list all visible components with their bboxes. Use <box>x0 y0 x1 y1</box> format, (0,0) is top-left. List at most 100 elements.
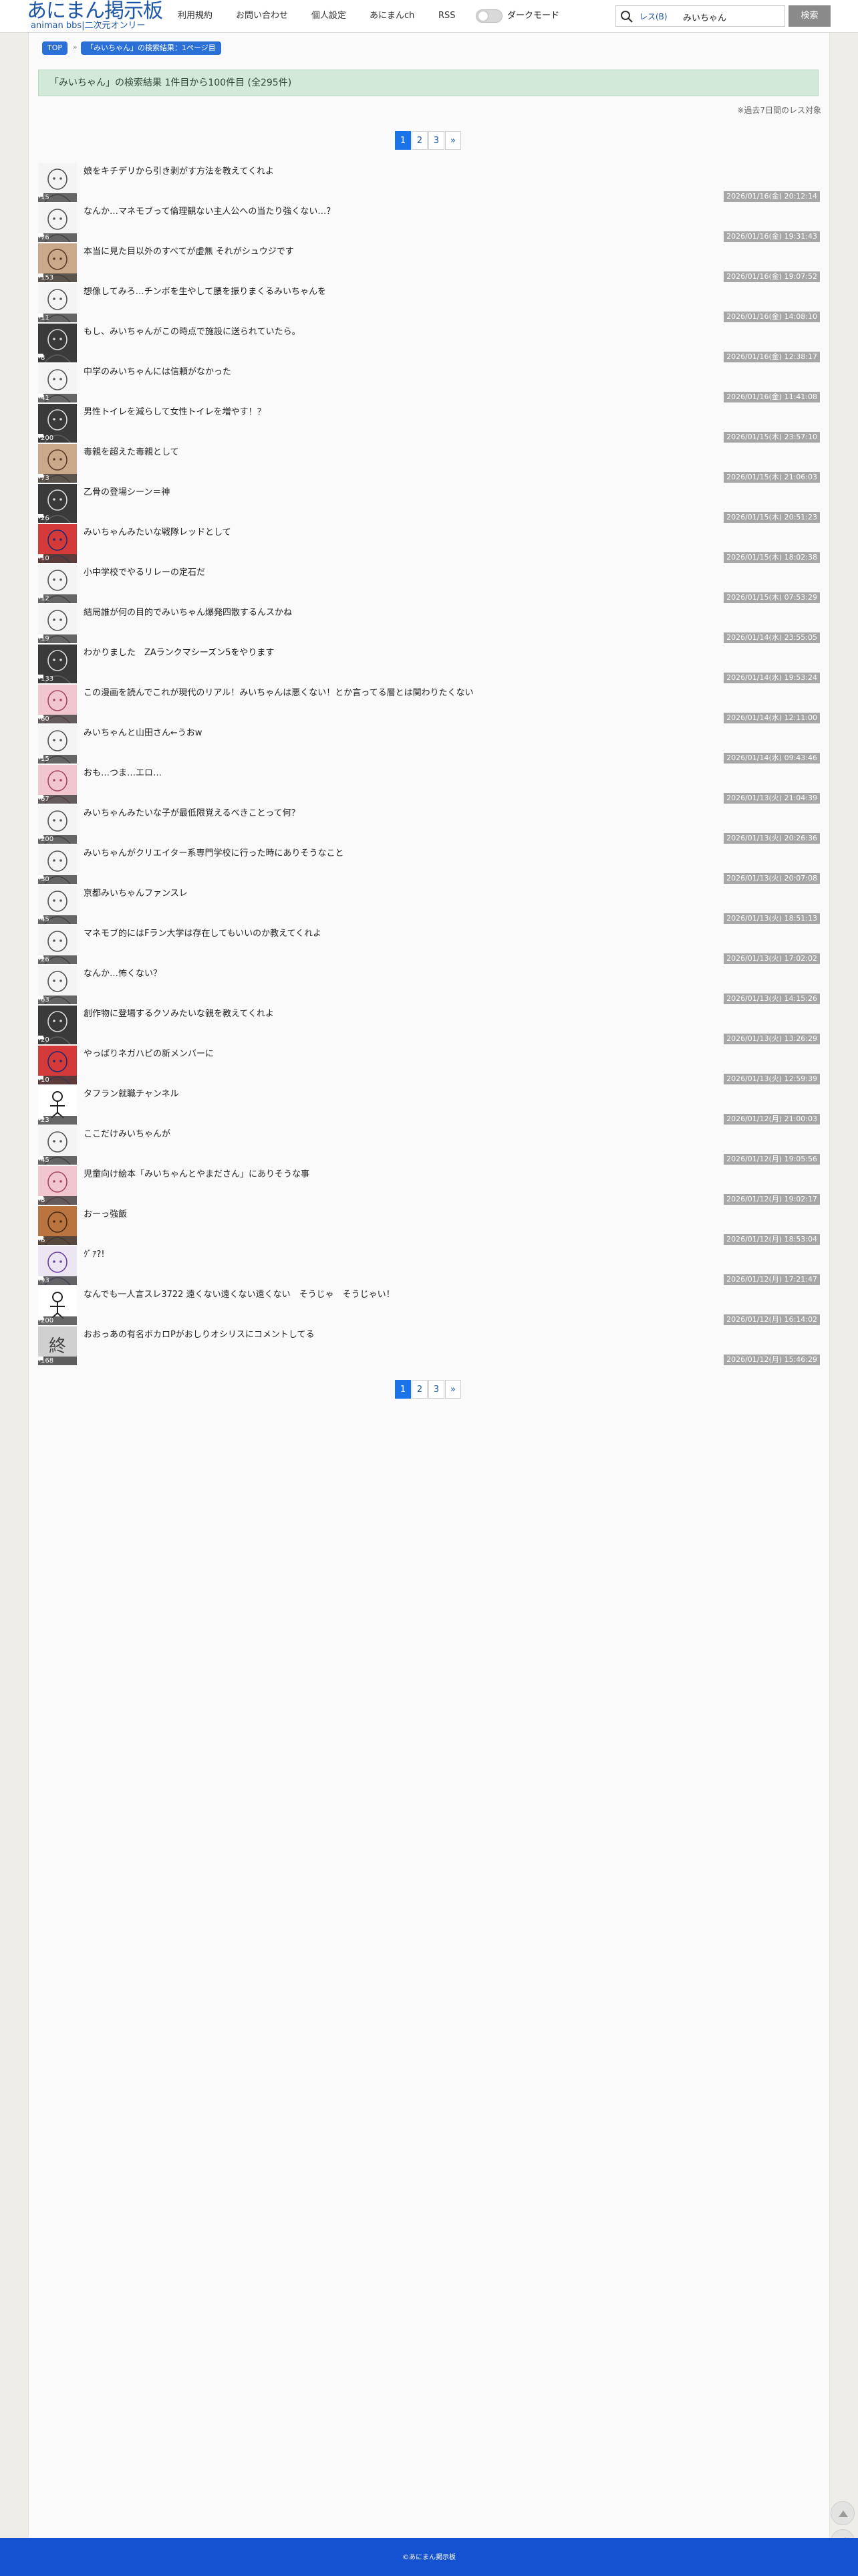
thread-thumbnail[interactable]: 73 <box>38 444 77 483</box>
thread-title-link[interactable]: 児童向け絵本「みいちゃんとやまださん」にありそうな事 <box>84 1169 752 1180</box>
search-button[interactable]: 検索 <box>789 5 831 27</box>
thread-title-link[interactable]: この漫画を読んでこれが現代のリアル！みいちゃんは悪くない！とか言ってる層とは関わ… <box>84 688 752 699</box>
page-1-button[interactable]: 1 <box>395 131 411 150</box>
thread-title-link[interactable]: なんか…マネモブって倫理観ない主人公への当たり強くない…？ <box>84 207 752 217</box>
thread-row[interactable]: 200 男性トイレを減らして女性トイレを増やす！？ 2026/01/15(木) … <box>38 403 820 443</box>
thread-title-link[interactable]: みいちゃんがクリエイター系専門学校に行った時にありそうなこと <box>84 848 752 859</box>
thread-row[interactable]: 63 なんか…怖くない？ 2026/01/13(火) 14:15:26 <box>38 965 820 1005</box>
thread-row[interactable]: 73 毒親を超えた毒親として 2026/01/15(木) 21:06:03 <box>38 443 820 483</box>
thread-thumbnail[interactable]: 10 <box>38 1046 77 1084</box>
thread-row[interactable]: 8 もし、みいちゃんがこの時点で施設に送られていたら。 2026/01/16(金… <box>38 323 820 363</box>
thread-title-link[interactable]: 男性トイレを減らして女性トイレを増やす！？ <box>84 407 752 418</box>
nav-contact-link[interactable]: お問い合わせ <box>236 10 288 22</box>
nav-settings-link[interactable]: 個人設定 <box>311 10 346 22</box>
site-logo[interactable]: あにまん掲示板 animan bbs|二次元オンリー <box>27 0 167 32</box>
thread-thumbnail[interactable]: 15 <box>38 725 77 764</box>
thread-title-link[interactable]: もし、みいちゃんがこの時点で施設に送られていたら。 <box>84 327 752 338</box>
thread-title-link[interactable]: おおっあの有名ボカロPがおしりオシリスにコメントしてる <box>84 1330 752 1340</box>
thread-thumbnail[interactable]: 133 <box>38 645 77 683</box>
thread-thumbnail[interactable]: 76 <box>38 203 77 242</box>
thread-row[interactable]: 15 みいちゃんと山田さん←うおw 2026/01/14(水) 09:43:46 <box>38 724 820 764</box>
thread-thumbnail[interactable]: 67 <box>38 765 77 804</box>
thread-row[interactable]: 6 おーっ強飯 2026/01/12(月) 18:53:04 <box>38 1205 820 1246</box>
thread-title-link[interactable]: おーっ強飯 <box>84 1209 752 1220</box>
thread-title-link[interactable]: タフラン就職チャンネル <box>84 1089 752 1100</box>
thread-title-link[interactable]: やっぱりネガハピの新メンバーに <box>84 1049 752 1060</box>
breadcrumb-top-link[interactable]: TOP <box>42 41 68 55</box>
thread-thumbnail[interactable]: 26 <box>38 484 77 523</box>
thread-title-link[interactable]: 創作物に登場するクソみたいな親を教えてくれよ <box>84 1009 752 1020</box>
thread-thumbnail[interactable]: 200 <box>38 805 77 844</box>
thread-title-link[interactable]: みいちゃんみたいな子が最低限覚えるべきことって何？ <box>84 808 752 819</box>
thread-title-link[interactable]: わかりました ZAランクマシーズン5をやります <box>84 648 752 659</box>
search-target-select[interactable]: レス(B) <box>639 11 668 22</box>
thread-row[interactable]: 153 本当に見た目以外のすべてが虚無 それがシュウジです 2026/01/16… <box>38 243 820 283</box>
thread-thumbnail[interactable]: 45 <box>38 1126 77 1165</box>
thread-thumbnail[interactable]: 8 <box>38 324 77 362</box>
thread-thumbnail[interactable]: 63 <box>38 965 77 1004</box>
page-3-button[interactable]: 3 <box>428 131 444 150</box>
thread-row[interactable]: 133 わかりました ZAランクマシーズン5をやります 2026/01/14(水… <box>38 644 820 684</box>
thread-title-link[interactable]: マネモブ的にはFラン大学は存在してもいいのか教えてくれよ <box>84 929 752 939</box>
thread-title-link[interactable]: 結局誰が何の目的でみいちゃん爆発四散するんスかね <box>84 608 752 618</box>
thread-thumbnail[interactable]: 11 <box>38 283 77 322</box>
thread-title-link[interactable]: ここだけみいちゃんが <box>84 1129 752 1140</box>
thread-thumbnail[interactable]: 終 168 <box>38 1326 77 1365</box>
thread-thumbnail[interactable]: 60 <box>38 685 77 723</box>
nav-terms-link[interactable]: 利用規約 <box>178 10 212 22</box>
thread-row[interactable]: 45 京都みいちゃんファンスレ 2026/01/13(火) 18:51:13 <box>38 885 820 925</box>
thread-row[interactable]: 26 乙骨の登場シーン＝神 2026/01/15(木) 20:51:23 <box>38 483 820 523</box>
thread-row[interactable]: 19 結局誰が何の目的でみいちゃん爆発四散するんスかね 2026/01/14(水… <box>38 604 820 644</box>
thread-row[interactable]: 20 創作物に登場するクソみたいな親を教えてくれよ 2026/01/13(火) … <box>38 1005 820 1045</box>
thread-thumbnail[interactable]: 93 <box>38 1246 77 1285</box>
scroll-top-button[interactable] <box>831 2501 855 2525</box>
thread-thumbnail[interactable]: 153 <box>38 243 77 282</box>
thread-thumbnail[interactable]: 10 <box>38 524 77 563</box>
thread-thumbnail[interactable]: 15 <box>38 163 77 202</box>
thread-row[interactable]: 23 タフラン就職チャンネル 2026/01/12(月) 21:00:03 <box>38 1085 820 1125</box>
thread-thumbnail[interactable]: 45 <box>38 885 77 924</box>
nav-rss-link[interactable]: RSS <box>438 10 456 22</box>
page-1-button[interactable]: 1 <box>395 1380 411 1399</box>
thread-row[interactable]: 11 想像してみろ…チンポを生やして腰を振りまくるみいちゃんを 2026/01/… <box>38 283 820 323</box>
thread-row[interactable]: 26 マネモブ的にはFラン大学は存在してもいいのか教えてくれよ 2026/01/… <box>38 925 820 965</box>
thread-title-link[interactable]: 娘をキチデリから引き剥がす方法を教えてくれよ <box>84 166 752 177</box>
thread-title-link[interactable]: みいちゃんみたいな戦隊レッドとして <box>84 528 752 538</box>
dark-mode-toggle[interactable] <box>476 9 503 23</box>
page-2-button[interactable]: 2 <box>412 1380 428 1399</box>
thread-thumbnail[interactable]: 30 <box>38 845 77 884</box>
thread-row[interactable]: 60 この漫画を読んでこれが現代のリアル！みいちゃんは悪くない！とか言ってる層と… <box>38 684 820 724</box>
nav-animanch-link[interactable]: あにまんch <box>370 10 414 22</box>
thread-row[interactable]: 41 中学のみいちゃんには信頼がなかった 2026/01/16(金) 11:41… <box>38 363 820 403</box>
thread-title-link[interactable]: みいちゃんと山田さん←うおw <box>84 728 752 739</box>
thread-row[interactable]: 67 おも…つま…エロ… 2026/01/13(火) 21:04:39 <box>38 764 820 804</box>
thread-row[interactable]: 200 なんでも一人言スレ3722 遠くない遠くない遠くない そうじゃ そうじゃ… <box>38 1286 820 1326</box>
thread-thumbnail[interactable]: 20 <box>38 1006 77 1044</box>
thread-thumbnail[interactable]: 6 <box>38 1206 77 1245</box>
thread-title-link[interactable]: ｸﾞｱ?! <box>84 1250 752 1260</box>
thread-row[interactable]: 45 ここだけみいちゃんが 2026/01/12(月) 19:05:56 <box>38 1125 820 1165</box>
thread-row[interactable]: 93 ｸﾞｱ?! 2026/01/12(月) 17:21:47 <box>38 1246 820 1286</box>
thread-thumbnail[interactable]: 8 <box>38 1166 77 1205</box>
thread-title-link[interactable]: 毒親を超えた毒親として <box>84 447 752 458</box>
thread-title-link[interactable]: 想像してみろ…チンポを生やして腰を振りまくるみいちゃんを <box>84 287 752 298</box>
thread-title-link[interactable]: 京都みいちゃんファンスレ <box>84 889 752 899</box>
thread-title-link[interactable]: 中学のみいちゃんには信頼がなかった <box>84 367 752 378</box>
thread-title-link[interactable]: なんでも一人言スレ3722 遠くない遠くない遠くない そうじゃ そうじゃい！ <box>84 1290 752 1300</box>
thread-thumbnail[interactable]: 19 <box>38 604 77 643</box>
thread-row[interactable]: 30 みいちゃんがクリエイター系専門学校に行った時にありそうなこと 2026/0… <box>38 844 820 885</box>
thread-title-link[interactable]: 本当に見た目以外のすべてが虚無 それがシュウジです <box>84 247 752 257</box>
thread-thumbnail[interactable]: 26 <box>38 925 77 964</box>
next-page-button[interactable]: » <box>445 131 461 150</box>
thread-row[interactable]: 10 やっぱりネガハピの新メンバーに 2026/01/13(火) 12:59:3… <box>38 1045 820 1085</box>
thread-row[interactable]: 200 みいちゃんみたいな子が最低限覚えるべきことって何？ 2026/01/13… <box>38 804 820 844</box>
thread-title-link[interactable]: なんか…怖くない？ <box>84 969 752 979</box>
thread-row[interactable]: 終 168 おおっあの有名ボカロPがおしりオシリスにコメントしてる 2026/0… <box>38 1326 820 1366</box>
thread-row[interactable]: 15 娘をキチデリから引き剥がす方法を教えてくれよ 2026/01/16(金) … <box>38 162 820 203</box>
search-input[interactable] <box>682 8 784 25</box>
thread-thumbnail[interactable]: 23 <box>38 1086 77 1125</box>
thread-thumbnail[interactable]: 12 <box>38 564 77 603</box>
thread-row[interactable]: 76 なんか…マネモブって倫理観ない主人公への当たり強くない…？ 2026/01… <box>38 203 820 243</box>
thread-row[interactable]: 12 小中学校でやるリレーの定石だ 2026/01/15(木) 07:53:29 <box>38 564 820 604</box>
thread-thumbnail[interactable]: 200 <box>38 1286 77 1325</box>
